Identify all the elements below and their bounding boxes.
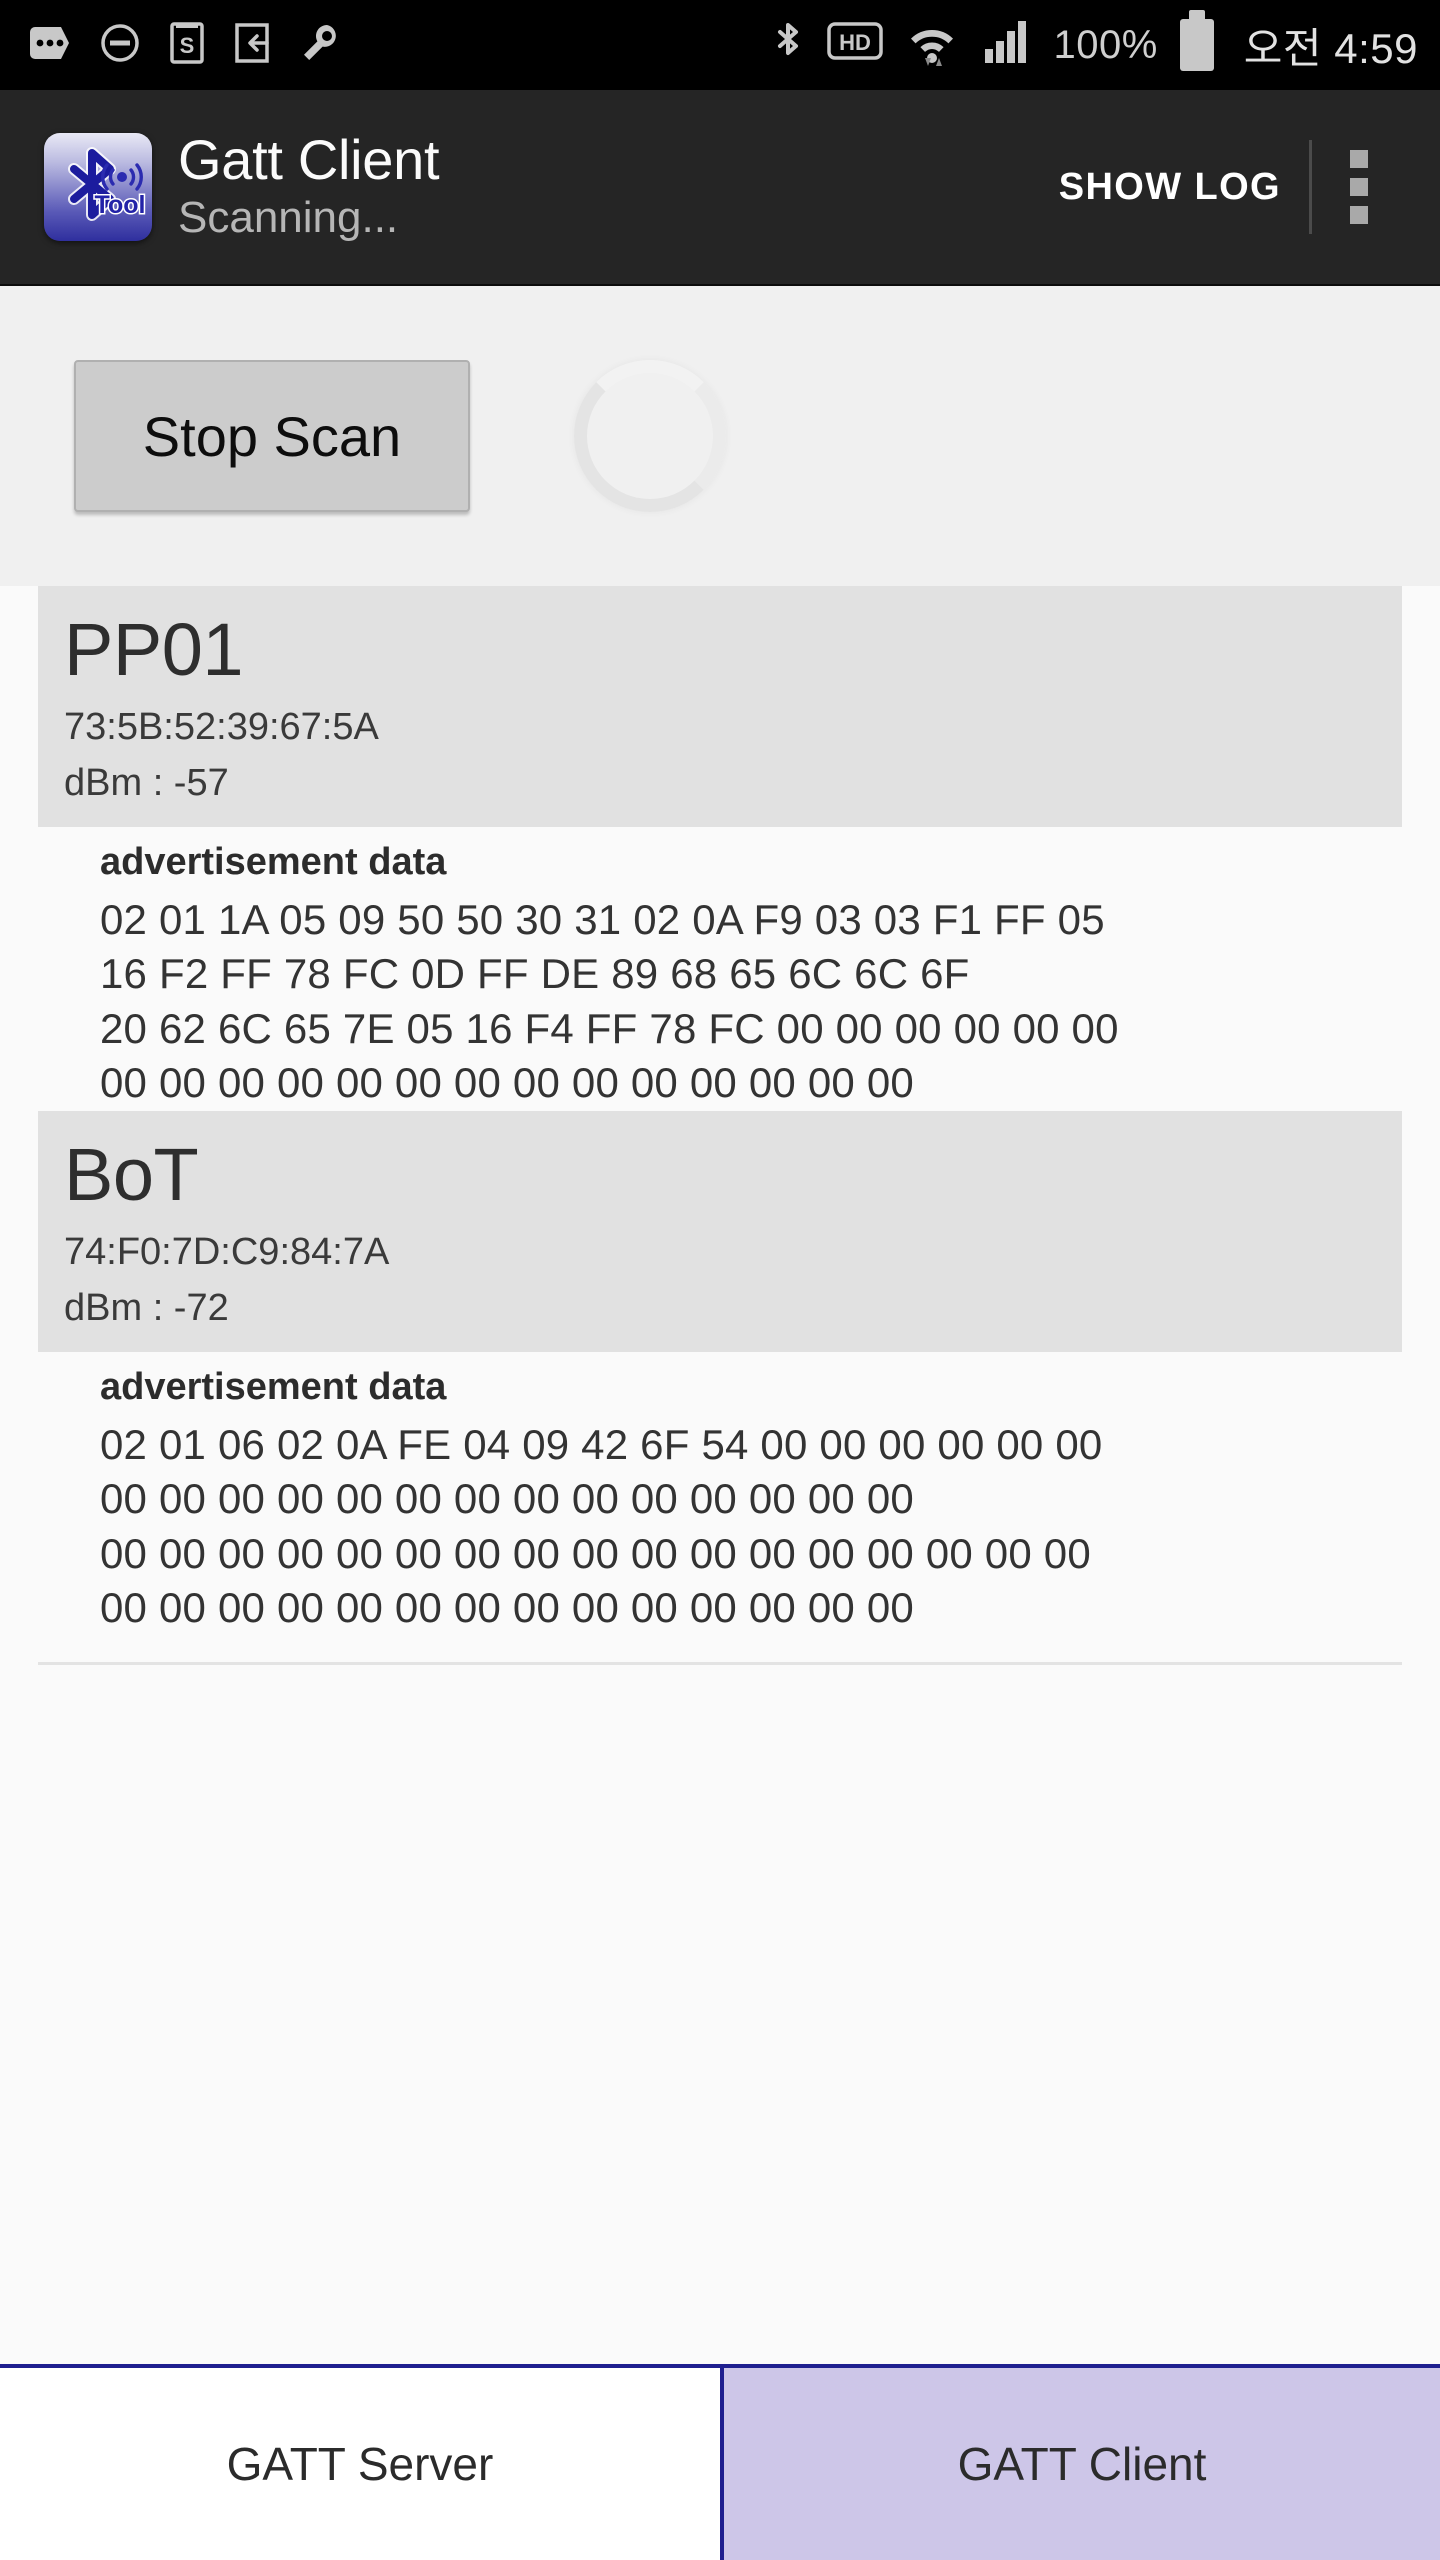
scan-controls-row: Stop Scan (0, 286, 1440, 586)
app-bar: Tool Gatt Client Scanning... SHOW LOG (0, 90, 1440, 286)
device-header[interactable]: PP01 73:5B:52:39:67:5A dBm : -57 (38, 586, 1402, 828)
do-not-disturb-icon (100, 23, 140, 68)
adv-hex-line: 02 01 06 02 0A FE 04 09 42 6F 54 00 00 0… (100, 1420, 1103, 1468)
svg-text:HD: HD (840, 30, 872, 55)
advertisement-block: advertisement data 02 01 1A 05 09 50 50 … (0, 827, 1440, 1111)
advertisement-data-label: advertisement data (100, 841, 447, 884)
device-list: PP01 73:5B:52:39:67:5A dBm : -57 adverti… (0, 586, 1440, 1665)
advertisement-data-label: advertisement data (100, 1366, 447, 1408)
signal-bars-icon (981, 19, 1031, 72)
adv-hex-line: 00 00 00 00 00 00 00 00 00 00 00 00 00 0… (100, 1529, 1091, 1577)
screen-share-icon (234, 22, 270, 69)
svg-text:Tool: Tool (95, 191, 146, 219)
adv-hex-line: 00 00 00 00 00 00 00 00 00 00 00 00 00 0… (100, 1059, 914, 1107)
battery-percent-label: 100% (1053, 22, 1158, 67)
page-title: Gatt Client (178, 128, 440, 192)
adv-hex-line: 00 00 00 00 00 00 00 00 00 00 00 00 00 0… (100, 1475, 914, 1523)
device-entry[interactable]: PP01 73:5B:52:39:67:5A dBm : -57 adverti… (0, 586, 1440, 1111)
stop-scan-button[interactable]: Stop Scan (74, 360, 470, 512)
overflow-menu-icon[interactable] (1314, 150, 1404, 224)
device-name: PP01 (64, 608, 244, 691)
show-log-button[interactable]: SHOW LOG (1033, 166, 1307, 209)
bluetooth-gatt-tool-icon: Tool (44, 133, 152, 241)
advertisement-data-hex: 02 01 1A 05 09 50 50 30 31 02 0A F9 03 0… (100, 893, 1440, 1111)
advertisement-block: advertisement data 02 01 06 02 0A FE 04 … (0, 1352, 1440, 1636)
scan-status-subtitle: Scanning... (178, 193, 399, 243)
app-title-block: Gatt Client Scanning... (178, 128, 440, 244)
advertisement-data-hex: 02 01 06 02 0A FE 04 09 42 6F 54 00 00 0… (100, 1418, 1440, 1636)
adv-hex-line: 20 62 6C 65 7E 05 16 F4 FF 78 FC 00 00 0… (100, 1004, 1119, 1052)
device-entry[interactable]: BoT 74:F0:7D:C9:84:7A dBm : -72 advertis… (0, 1110, 1440, 1636)
device-rssi: dBm : -57 (64, 762, 229, 805)
list-divider (38, 1661, 1402, 1665)
device-rssi: dBm : -72 (64, 1287, 229, 1330)
app-bar-actions: SHOW LOG (1033, 90, 1404, 284)
adv-hex-line: 00 00 00 00 00 00 00 00 00 00 00 00 00 0… (100, 1584, 914, 1632)
app-bar-divider (1309, 140, 1312, 234)
svg-text:S: S (180, 33, 195, 58)
status-bar-left-icons: S (28, 21, 342, 69)
adv-hex-line: 16 F2 FF 78 FC 0D FF DE 89 68 65 6C 6C 6… (100, 950, 970, 998)
device-name: BoT (64, 1132, 199, 1216)
device-header[interactable]: BoT 74:F0:7D:C9:84:7A dBm : -72 (38, 1110, 1402, 1352)
wrench-icon (300, 22, 342, 69)
tab-gatt-server[interactable]: GATT Server (0, 2368, 720, 2560)
more-options-icon (28, 26, 70, 65)
status-bar-clock: 오전 4:59 (1243, 24, 1418, 72)
device-mac-address: 73:5B:52:39:67:5A (64, 706, 379, 749)
overflow-dot-1 (1350, 150, 1368, 168)
device-mac-address: 74:F0:7D:C9:84:7A (64, 1231, 390, 1274)
scan-content: Stop Scan PP01 73:5B:52:39:67:5A dBm : -… (0, 286, 1440, 2364)
bottom-tab-bar: GATT Server GATT Client (0, 2364, 1440, 2560)
adv-hex-line: 02 01 1A 05 09 50 50 30 31 02 0A F9 03 0… (100, 895, 1105, 943)
bluetooth-icon (771, 19, 805, 72)
battery-full-icon (1179, 10, 1214, 71)
s-app-icon: S (170, 21, 204, 69)
overflow-dot-3 (1350, 206, 1368, 224)
status-bar-right-icons: HD 100% 오전 4:59 (771, 10, 1418, 76)
circular-progress-spinner (574, 360, 726, 512)
tab-gatt-client[interactable]: GATT Client (720, 2368, 1440, 2560)
status-bar: S HD 100% 오전 4:59 (0, 0, 1440, 90)
overflow-dot-2 (1350, 178, 1368, 196)
wifi-icon (905, 18, 959, 73)
phone-screen: S HD 100% 오전 4:59 Tool Gatt Client Scann… (0, 0, 1440, 2560)
hd-voice-icon: HD (827, 21, 884, 69)
